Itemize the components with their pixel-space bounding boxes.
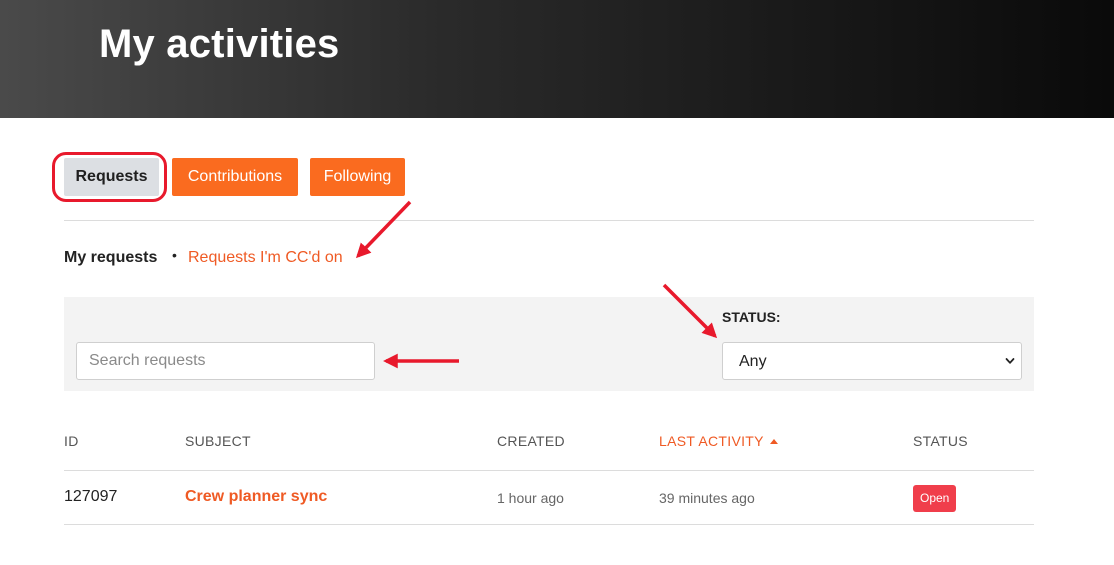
column-header-last-activity-label: LAST ACTIVITY: [659, 433, 764, 449]
subnav-ccd-requests-link[interactable]: Requests I'm CC'd on: [188, 249, 343, 267]
status-badge: Open: [913, 485, 957, 512]
table-header: ID SUBJECT CREATED LAST ACTIVITY STATUS: [64, 432, 1034, 471]
status-select-value: Any: [739, 353, 767, 370]
column-header-last-activity[interactable]: LAST ACTIVITY: [659, 433, 778, 449]
divider: [64, 220, 1034, 221]
subnav-separator: •: [172, 247, 177, 263]
column-header-subject[interactable]: SUBJECT: [185, 433, 251, 449]
chevron-down-icon: [1005, 358, 1015, 364]
tab-following[interactable]: Following: [310, 158, 405, 196]
page-header: My activities: [0, 0, 1114, 118]
subnav-my-requests: My requests: [64, 249, 158, 266]
request-last-activity: 39 minutes ago: [659, 490, 755, 506]
column-header-id[interactable]: ID: [64, 433, 79, 449]
annotation-arrow-ccd-link: [355, 200, 412, 259]
tab-requests[interactable]: Requests: [64, 158, 159, 196]
filter-panel: STATUS: Any: [64, 297, 1034, 391]
page-title: My activities: [99, 22, 340, 66]
tab-contributions[interactable]: Contributions: [172, 158, 298, 196]
table-row: 127097 Crew planner sync 1 hour ago 39 m…: [64, 471, 1034, 525]
request-subject-link[interactable]: Crew planner sync: [185, 488, 327, 506]
status-select[interactable]: Any: [722, 342, 1022, 380]
column-header-created[interactable]: CREATED: [497, 433, 565, 449]
sort-ascending-icon: [769, 439, 778, 444]
request-id: 127097: [64, 488, 118, 505]
search-input[interactable]: [76, 342, 375, 380]
status-filter-label: STATUS:: [722, 309, 781, 325]
column-header-status[interactable]: STATUS: [913, 433, 968, 449]
request-created: 1 hour ago: [497, 490, 564, 506]
